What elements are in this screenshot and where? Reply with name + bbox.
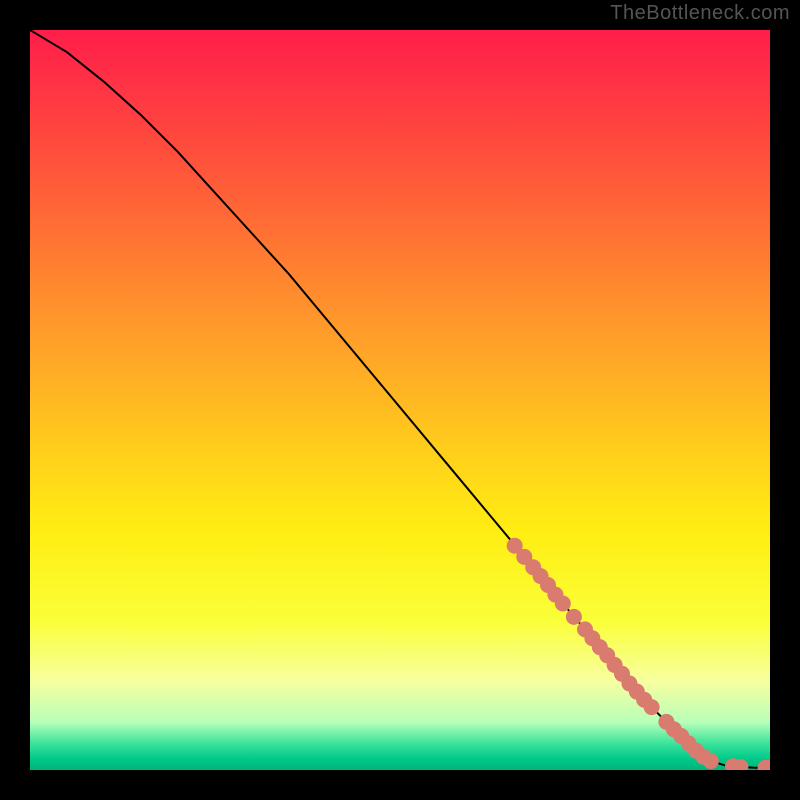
data-marker bbox=[555, 596, 570, 611]
data-marker bbox=[733, 760, 748, 770]
chart-stage: TheBottleneck.com bbox=[0, 0, 800, 800]
data-marker bbox=[644, 700, 659, 715]
plot-svg bbox=[30, 30, 770, 770]
watermark-label: TheBottleneck.com bbox=[610, 2, 790, 25]
plot-area bbox=[30, 30, 770, 770]
gradient-background bbox=[30, 30, 770, 770]
data-marker bbox=[566, 609, 581, 624]
data-marker bbox=[703, 754, 718, 769]
